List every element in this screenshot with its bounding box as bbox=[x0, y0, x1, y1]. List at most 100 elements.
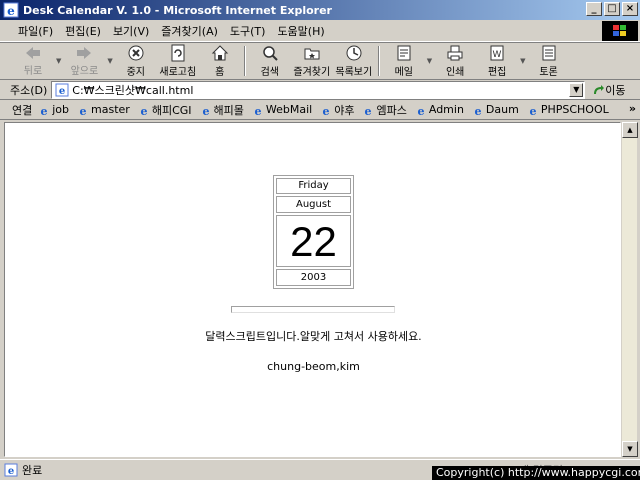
svg-text:e: e bbox=[8, 466, 14, 477]
link-phpschool[interactable]: e PHPSCHOOL bbox=[527, 103, 608, 116]
link-webmail[interactable]: e WebMail bbox=[252, 103, 312, 116]
menu-tools[interactable]: 도구(T) bbox=[224, 23, 272, 39]
desk-calendar: Friday August 22 2003 bbox=[273, 175, 354, 289]
ie-link-icon: e bbox=[474, 105, 481, 116]
svg-text:e: e bbox=[140, 105, 147, 116]
history-icon bbox=[346, 45, 362, 61]
ie-link-icon: e bbox=[41, 105, 48, 116]
close-button[interactable]: × bbox=[622, 2, 638, 16]
link-job[interactable]: e job bbox=[38, 103, 69, 116]
svg-text:e: e bbox=[417, 105, 424, 116]
ie-link-icon: e bbox=[365, 105, 372, 116]
menu-bar: 파일(F) 편집(E) 보기(V) 즐겨찾기(A) 도구(T) 도움말(H) bbox=[0, 20, 640, 42]
svg-text:e: e bbox=[365, 105, 372, 116]
svg-text:e: e bbox=[59, 86, 65, 97]
address-field[interactable]: e ▼ bbox=[51, 80, 586, 99]
forward-arrow-icon bbox=[77, 47, 92, 59]
menu-view[interactable]: 보기(V) bbox=[107, 23, 155, 39]
link-master[interactable]: e master bbox=[77, 103, 130, 116]
home-icon bbox=[211, 45, 228, 61]
home-button[interactable]: 홈 bbox=[199, 43, 241, 79]
vertical-scrollbar[interactable]: ▲ ▼ bbox=[621, 122, 638, 457]
links-bar: 연결 e job e master e 해피CGI e 해피몰 e WebMail e 야후… bbox=[0, 100, 640, 120]
mail-dropdown-icon[interactable]: ▼ bbox=[427, 57, 432, 65]
history-button[interactable]: 목록보기 bbox=[333, 43, 375, 79]
favorites-button[interactable]: 즐겨찾기 bbox=[291, 43, 333, 79]
edit-dropdown-icon[interactable]: ▼ bbox=[520, 57, 525, 65]
ie-link-icon: e bbox=[140, 105, 147, 116]
back-arrow-icon bbox=[26, 47, 40, 59]
mail-icon bbox=[397, 45, 411, 61]
discuss-icon bbox=[542, 45, 556, 61]
page-content: Friday August 22 2003 달력스크립트입니다.알맞게 고쳐서 … bbox=[4, 122, 621, 457]
forward-dropdown-icon[interactable]: ▼ bbox=[107, 57, 112, 65]
stop-button[interactable]: 중지 bbox=[115, 43, 157, 79]
ie-icon: e bbox=[3, 2, 19, 18]
notice-text: 달력스크립트입니다.알맞게 고쳐서 사용하세요. bbox=[205, 330, 422, 343]
scroll-down-icon[interactable]: ▼ bbox=[622, 441, 638, 457]
maximize-button[interactable]: □ bbox=[604, 2, 620, 16]
links-label: 연결 bbox=[12, 103, 33, 117]
back-dropdown-icon[interactable]: ▼ bbox=[56, 57, 61, 65]
link-happymall[interactable]: e 해피몰 bbox=[200, 102, 244, 118]
menu-favorites[interactable]: 즐겨찾기(A) bbox=[155, 23, 224, 39]
go-button[interactable]: 이동 bbox=[591, 82, 626, 98]
toolbar-separator bbox=[243, 46, 246, 76]
address-label: 주소(D) bbox=[10, 83, 48, 97]
svg-text:e: e bbox=[202, 105, 209, 116]
favorites-folder-icon bbox=[304, 48, 320, 60]
link-happycgi[interactable]: e 해피CGI bbox=[138, 102, 191, 118]
title-bar[interactable]: e Desk Calendar V. 1.0 - Microsoft Inter… bbox=[0, 0, 640, 20]
minimize-button[interactable]: _ bbox=[586, 2, 602, 16]
toolbar-separator bbox=[377, 46, 380, 76]
window-title: Desk Calendar V. 1.0 - Microsoft Interne… bbox=[23, 3, 332, 17]
svg-text:e: e bbox=[323, 105, 330, 116]
page-done-icon: e bbox=[4, 463, 18, 477]
ie-link-icon: e bbox=[529, 105, 536, 116]
link-yahoo[interactable]: e 야후 bbox=[320, 102, 355, 118]
search-button[interactable]: 검색 bbox=[249, 43, 291, 79]
toolbar: 뒤로 ▼ 앞으로 ▼ 중지 새로고침 홈 검색 즐겨찾기 목록보기 메일 ▼ 인… bbox=[0, 42, 640, 80]
address-bar: 주소(D) e ▼ 이동 bbox=[0, 80, 640, 100]
copyright-overlay: Copyright(c) http://www.happycgi.com bbox=[432, 466, 640, 480]
edit-document-icon: W bbox=[490, 45, 504, 61]
mail-button[interactable]: 메일 bbox=[383, 43, 425, 79]
svg-text:e: e bbox=[529, 105, 536, 116]
address-input[interactable] bbox=[72, 83, 553, 96]
link-empas[interactable]: e 엠파스 bbox=[362, 102, 407, 118]
scroll-up-icon[interactable]: ▲ bbox=[622, 122, 638, 138]
calendar-day: Friday bbox=[276, 178, 351, 194]
svg-text:e: e bbox=[41, 105, 48, 116]
refresh-button[interactable]: 새로고침 bbox=[157, 43, 199, 79]
print-button[interactable]: 인쇄 bbox=[434, 43, 476, 79]
links-overflow-chevron-icon[interactable]: » bbox=[629, 102, 636, 115]
back-button[interactable]: 뒤로 bbox=[12, 43, 54, 79]
refresh-icon bbox=[171, 44, 185, 62]
forward-button[interactable]: 앞으로 bbox=[63, 43, 105, 79]
link-daum[interactable]: e Daum bbox=[472, 103, 518, 116]
link-admin[interactable]: e Admin bbox=[415, 103, 464, 116]
menu-file[interactable]: 파일(F) bbox=[12, 23, 59, 39]
address-dropdown-icon[interactable]: ▼ bbox=[569, 82, 584, 97]
ie-link-icon: e bbox=[80, 105, 87, 116]
svg-text:e: e bbox=[254, 105, 261, 116]
svg-text:e: e bbox=[7, 4, 15, 18]
menu-help[interactable]: 도움말(H) bbox=[271, 23, 330, 39]
ie-link-icon: e bbox=[323, 105, 330, 116]
ie-link-icon: e bbox=[417, 105, 424, 116]
ie-link-icon: e bbox=[254, 105, 261, 116]
go-arrow-icon bbox=[594, 84, 605, 94]
svg-text:e: e bbox=[474, 105, 481, 116]
discuss-button[interactable]: 토론 bbox=[528, 43, 570, 79]
svg-text:e: e bbox=[80, 105, 87, 116]
progress-bar bbox=[231, 306, 395, 313]
page-icon: e bbox=[55, 83, 69, 97]
author-text: chung-beom,kim bbox=[267, 360, 360, 373]
windows-logo-icon bbox=[602, 21, 638, 41]
search-icon bbox=[263, 46, 278, 61]
svg-text:W: W bbox=[493, 50, 502, 60]
edit-button[interactable]: W 편집 bbox=[476, 43, 518, 79]
calendar-date: 22 bbox=[276, 215, 351, 267]
menu-edit[interactable]: 편집(E) bbox=[59, 23, 107, 39]
printer-icon bbox=[447, 45, 463, 61]
